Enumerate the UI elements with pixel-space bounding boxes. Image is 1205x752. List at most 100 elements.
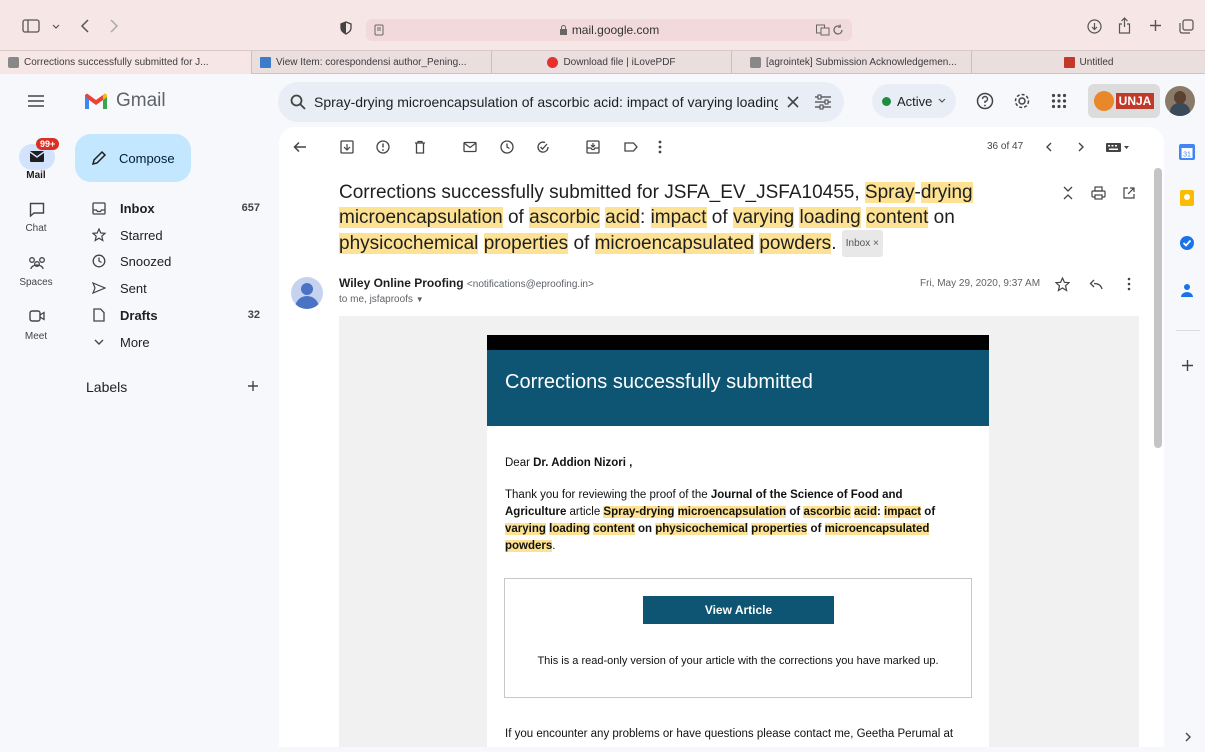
nav-item-inbox[interactable]: Inbox 657 (80, 195, 270, 221)
gear-icon[interactable] (1013, 92, 1031, 110)
chevron-down-icon[interactable] (52, 24, 60, 30)
tab-label: View Item: corespondensi author_Pening..… (276, 57, 467, 68)
nav-count: 657 (241, 202, 260, 214)
avatar[interactable] (1165, 86, 1195, 116)
tab-agrointek[interactable]: [agrointek] Submission Acknowledgemen... (732, 51, 972, 74)
newer-icon[interactable] (1044, 139, 1060, 155)
nav-label: Snoozed (120, 253, 172, 269)
svg-text:31: 31 (1183, 152, 1191, 159)
contacts-app-button[interactable] (1178, 281, 1198, 301)
older-icon[interactable] (1076, 139, 1092, 155)
forward-icon[interactable] (109, 19, 119, 33)
nav-item-snoozed[interactable]: Snoozed (80, 248, 270, 274)
get-addons-icon[interactable] (1181, 359, 1194, 372)
url-text: mail.google.com (571, 23, 660, 37)
pager-count: 36 of 47 (987, 141, 1024, 152)
gmail-m-icon (85, 93, 107, 109)
reply-icon[interactable] (1089, 279, 1103, 290)
compose-button[interactable]: Compose (75, 134, 191, 182)
open-in-new-window-icon[interactable] (1122, 186, 1136, 200)
privacy-shield-icon[interactable] (340, 21, 352, 35)
search-icon[interactable] (290, 94, 306, 110)
status-label: Active (897, 93, 933, 109)
mark-unread-icon[interactable] (462, 139, 478, 155)
search-input[interactable]: Spray-drying microencapsulation of ascor… (314, 94, 778, 110)
move-to-icon[interactable] (585, 139, 601, 155)
tasks-icon (1180, 236, 1194, 250)
mail-rail-button[interactable]: 99+ (19, 138, 60, 170)
rail-label-meet[interactable]: Meet (8, 331, 64, 342)
tab-label: Untitled (1079, 57, 1114, 68)
rail-label-chat[interactable]: Chat (8, 223, 64, 234)
recipients-dropdown-icon[interactable]: ▼ (416, 295, 424, 304)
report-spam-icon[interactable] (375, 139, 391, 155)
scrollbar[interactable] (1154, 168, 1162, 448)
meet-icon[interactable] (29, 310, 45, 322)
tab-gmail[interactable]: Corrections successfully submitted for J… (0, 51, 252, 74)
star-icon[interactable] (1055, 277, 1070, 292)
trash-icon[interactable] (412, 139, 428, 155)
tab-untitled[interactable]: Untitled (972, 51, 1205, 74)
nav-item-more[interactable]: More (80, 329, 270, 355)
tab-overview-icon[interactable] (1179, 19, 1194, 34)
search-options-icon[interactable] (814, 94, 832, 110)
keyboard-icon[interactable] (1105, 139, 1131, 155)
show-side-panel-icon[interactable] (1184, 731, 1192, 743)
label-icon[interactable] (623, 139, 639, 155)
tab-label: [agrointek] Submission Acknowledgemen... (766, 57, 957, 68)
tasks-app-button[interactable] (1178, 234, 1198, 254)
contacts-icon (1181, 284, 1193, 297)
sidebar-toggle-icon[interactable] (22, 19, 40, 33)
keep-app-button[interactable] (1178, 189, 1198, 209)
view-article-button[interactable]: View Article (643, 596, 834, 624)
new-tab-icon[interactable] (1149, 19, 1162, 32)
sender-name[interactable]: Wiley Online Proofing (339, 276, 464, 290)
gmail-logo[interactable]: Gmail (83, 90, 166, 112)
side-panel-divider (1176, 330, 1200, 331)
help-icon[interactable] (976, 92, 994, 110)
recipients[interactable]: to me, jsfaproofs ▼ (339, 294, 424, 305)
nav-label: Sent (120, 280, 147, 296)
back-icon[interactable] (80, 19, 90, 33)
inbox-icon (92, 201, 106, 215)
collapse-all-icon[interactable] (1062, 185, 1074, 201)
sender-line: Wiley Online Proofing <notifications@epr… (339, 276, 594, 290)
main-menu-icon[interactable] (27, 94, 45, 108)
sender-avatar[interactable] (291, 277, 323, 309)
keep-icon (1180, 190, 1194, 206)
nav-item-sent[interactable]: Sent (80, 275, 270, 301)
chat-icon[interactable] (29, 202, 45, 217)
reload-icon[interactable] (832, 24, 844, 36)
add-task-icon[interactable] (535, 139, 551, 155)
search-bar[interactable]: Spray-drying microencapsulation of ascor… (278, 82, 844, 122)
calendar-app-button[interactable]: 31 (1178, 143, 1198, 163)
nav-item-starred[interactable]: Starred (80, 222, 270, 248)
apps-grid-icon[interactable] (1051, 93, 1067, 109)
more-vert-icon[interactable] (657, 139, 673, 155)
message-pane: 36 of 47 Corrections successfully submit… (279, 127, 1164, 747)
snooze-clock-icon[interactable] (499, 139, 515, 155)
status-dropdown[interactable]: Active (872, 84, 956, 118)
compose-label: Compose (119, 150, 175, 166)
rail-label-spaces[interactable]: Spaces (8, 277, 64, 288)
print-icon[interactable] (1091, 186, 1106, 200)
address-bar[interactable]: mail.google.com (366, 19, 852, 41)
more-vert-icon[interactable] (1126, 277, 1132, 291)
clear-search-icon[interactable] (786, 95, 800, 109)
spaces-icon[interactable] (27, 256, 47, 270)
reader-icon[interactable] (374, 24, 384, 36)
add-label-icon[interactable] (247, 380, 259, 392)
tab-view-item[interactable]: View Item: corespondensi author_Pening..… (252, 51, 492, 74)
account-org-badge[interactable]: UNJA (1088, 84, 1160, 118)
nav-item-drafts[interactable]: Drafts 32 (80, 302, 270, 328)
tab-ilovepdf[interactable]: Download file | iLovePDF (492, 51, 732, 74)
inbox-label-chip[interactable]: Inbox × (841, 230, 883, 257)
archive-icon[interactable] (339, 139, 355, 155)
translate-icon[interactable] (816, 24, 830, 36)
rail-label-mail[interactable]: Mail (8, 170, 64, 181)
back-arrow-icon[interactable] (292, 139, 308, 155)
contact-line: If you encounter any problems or have qu… (505, 728, 954, 740)
downloads-icon[interactable] (1087, 19, 1102, 34)
recipients-text: to me, jsfaproofs (339, 294, 413, 305)
share-icon[interactable] (1118, 17, 1131, 34)
